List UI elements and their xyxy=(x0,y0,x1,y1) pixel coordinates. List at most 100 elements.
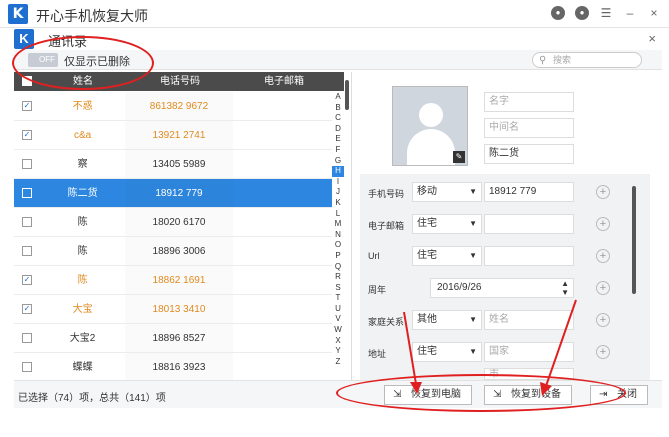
menu-icon[interactable]: ☰ xyxy=(599,6,613,20)
dropdown-arrow-icon: ▼ xyxy=(469,347,477,356)
table-scrollbar[interactable] xyxy=(345,80,349,110)
contact-phone: 18816 3923 xyxy=(152,362,206,373)
field-type-select[interactable]: 其他 ▼ xyxy=(412,310,482,330)
row-checkbox[interactable] xyxy=(14,179,40,207)
alphabet-letter[interactable]: S xyxy=(335,283,340,294)
alphabet-letter[interactable]: O xyxy=(335,240,341,251)
name-field[interactable]: 名字 xyxy=(484,92,574,112)
contact-name: 陈二货 xyxy=(67,188,98,199)
form-row: Url 住宅 ▼ + xyxy=(360,242,650,272)
row-checkbox[interactable]: ✓ xyxy=(14,121,40,149)
contact-phone: 18862 1691 xyxy=(152,275,206,286)
alphabet-letter[interactable]: P xyxy=(335,251,340,262)
show-deleted-toggle[interactable]: OFF xyxy=(28,53,58,67)
alphabet-letter[interactable]: E xyxy=(335,134,340,145)
alphabet-letter[interactable]: I xyxy=(337,177,339,188)
city-field[interactable]: 市 xyxy=(484,368,574,380)
table-row[interactable]: ✓ c&a 13921 2741 xyxy=(14,121,332,150)
alphabet-letter[interactable]: R xyxy=(335,272,341,283)
row-checkbox[interactable] xyxy=(14,237,40,265)
alphabet-letter[interactable]: Z xyxy=(336,357,341,368)
restore-to-device-button[interactable]: ⇲ 恢复到设备 xyxy=(484,385,572,405)
alphabet-letter[interactable]: A xyxy=(335,92,340,103)
add-field-icon[interactable]: + xyxy=(596,249,610,263)
contact-email xyxy=(233,208,332,236)
alphabet-letter[interactable]: D xyxy=(335,124,341,135)
table-row[interactable]: 陈二货 18912 779 xyxy=(14,179,332,208)
add-field-icon[interactable]: + xyxy=(596,345,610,359)
alphabet-letter[interactable]: B xyxy=(335,103,340,114)
alphabet-letter[interactable]: X xyxy=(335,336,340,347)
row-checkbox[interactable]: ✓ xyxy=(14,295,40,323)
contact-email xyxy=(233,237,332,265)
name-field[interactable]: 陈二货 xyxy=(484,144,574,164)
contact-name: 大宝2 xyxy=(69,333,96,344)
table-row[interactable]: ✓ 陈 18862 1691 xyxy=(14,266,332,295)
close-dialog-button[interactable]: ⇥ 关闭 xyxy=(590,385,648,405)
alphabet-letter[interactable]: F xyxy=(336,145,341,156)
search-input[interactable]: ⚲ 搜索 xyxy=(532,52,642,68)
alphabet-letter[interactable]: U xyxy=(335,304,341,315)
alphabet-letter[interactable]: Q xyxy=(335,262,341,273)
table-row[interactable]: 陈 18020 6170 xyxy=(14,208,332,237)
contact-photo[interactable]: ✎ xyxy=(392,86,468,166)
chat-bubble-icon[interactable]: ● xyxy=(575,6,589,20)
app-logo-icon: K xyxy=(8,4,28,24)
add-field-icon[interactable]: + xyxy=(596,313,610,327)
minimize-button[interactable]: – xyxy=(623,6,637,20)
alphabet-letter[interactable]: Y xyxy=(335,346,340,357)
alphabet-letter[interactable]: V xyxy=(335,314,340,325)
field-type-select[interactable]: 住宅 ▼ xyxy=(412,342,482,362)
wechat-icon[interactable]: ● xyxy=(551,6,565,20)
field-input[interactable] xyxy=(484,214,574,234)
contact-name: 蝶蝶 xyxy=(72,362,93,373)
alphabet-letter[interactable]: J xyxy=(336,187,340,198)
alphabet-letter[interactable]: H xyxy=(332,166,344,177)
alphabet-letter[interactable]: T xyxy=(336,293,341,304)
field-input[interactable] xyxy=(484,246,574,266)
table-row[interactable]: ✓ 大宝 18013 3410 xyxy=(14,295,332,324)
close-button[interactable]: × xyxy=(647,6,661,20)
alphabet-letter[interactable]: W xyxy=(334,325,342,336)
field-input[interactable]: 国家 xyxy=(484,342,574,362)
column-header-email: 电子邮箱 xyxy=(264,76,304,87)
field-label: 电子邮箱 xyxy=(368,221,405,231)
date-input[interactable]: 2016/9/26 ▲ ▼ xyxy=(430,278,574,298)
alphabet-letter[interactable]: L xyxy=(336,209,340,220)
table-row[interactable]: 陈 18896 3006 xyxy=(14,237,332,266)
add-field-icon[interactable]: + xyxy=(596,217,610,231)
selection-status: 已选择（74）项，总共（141）项 xyxy=(18,393,166,404)
date-spinner-icon[interactable]: ▲ ▼ xyxy=(561,279,569,297)
add-field-icon[interactable]: + xyxy=(596,185,610,199)
alphabet-letter[interactable]: M xyxy=(335,219,342,230)
table-row[interactable]: 大宝2 18896 8527 xyxy=(14,324,332,353)
row-checkbox[interactable] xyxy=(14,208,40,236)
field-type-select[interactable]: 移动 ▼ xyxy=(412,182,482,202)
alphabet-letter[interactable]: K xyxy=(335,198,340,209)
restore-pc-icon: ⇲ xyxy=(393,389,402,400)
row-checkbox[interactable] xyxy=(14,324,40,352)
field-type-select[interactable]: 住宅 ▼ xyxy=(412,246,482,266)
panel-close-button[interactable]: × xyxy=(648,31,656,46)
row-checkbox[interactable]: ✓ xyxy=(14,92,40,120)
add-field-icon[interactable]: + xyxy=(596,281,610,295)
field-input[interactable]: 18912 779 xyxy=(484,182,574,202)
restore-to-pc-button[interactable]: ⇲ 恢复到电脑 xyxy=(384,385,472,405)
row-checkbox[interactable] xyxy=(14,353,40,381)
table-row[interactable]: ✓ 不惑 861382 9672 xyxy=(14,92,332,121)
row-checkbox[interactable]: ✓ xyxy=(14,266,40,294)
field-type-select[interactable]: 住宅 ▼ xyxy=(412,214,482,234)
table-row[interactable]: 察 13405 5989 xyxy=(14,150,332,179)
field-input[interactable]: 姓名 xyxy=(484,310,574,330)
contact-detail-panel: ✎ 名字 中间名 陈二货 手机号码 移动 ▼ 18912 779 + 电子邮箱 住宅 ▼ + Url 住… xyxy=(360,80,660,380)
alphabet-letter[interactable]: C xyxy=(335,113,341,124)
edit-pencil-icon[interactable]: ✎ xyxy=(453,151,465,163)
table-row[interactable]: 蝶蝶 18816 3923 xyxy=(14,353,332,382)
alphabet-letter[interactable]: G xyxy=(335,156,341,167)
select-all-checkbox[interactable] xyxy=(14,72,40,91)
alphabet-letter[interactable]: N xyxy=(335,230,341,241)
date-value: 2016/9/26 xyxy=(437,282,482,293)
form-scrollbar[interactable] xyxy=(632,186,636,294)
row-checkbox[interactable] xyxy=(14,150,40,178)
name-field[interactable]: 中间名 xyxy=(484,118,574,138)
